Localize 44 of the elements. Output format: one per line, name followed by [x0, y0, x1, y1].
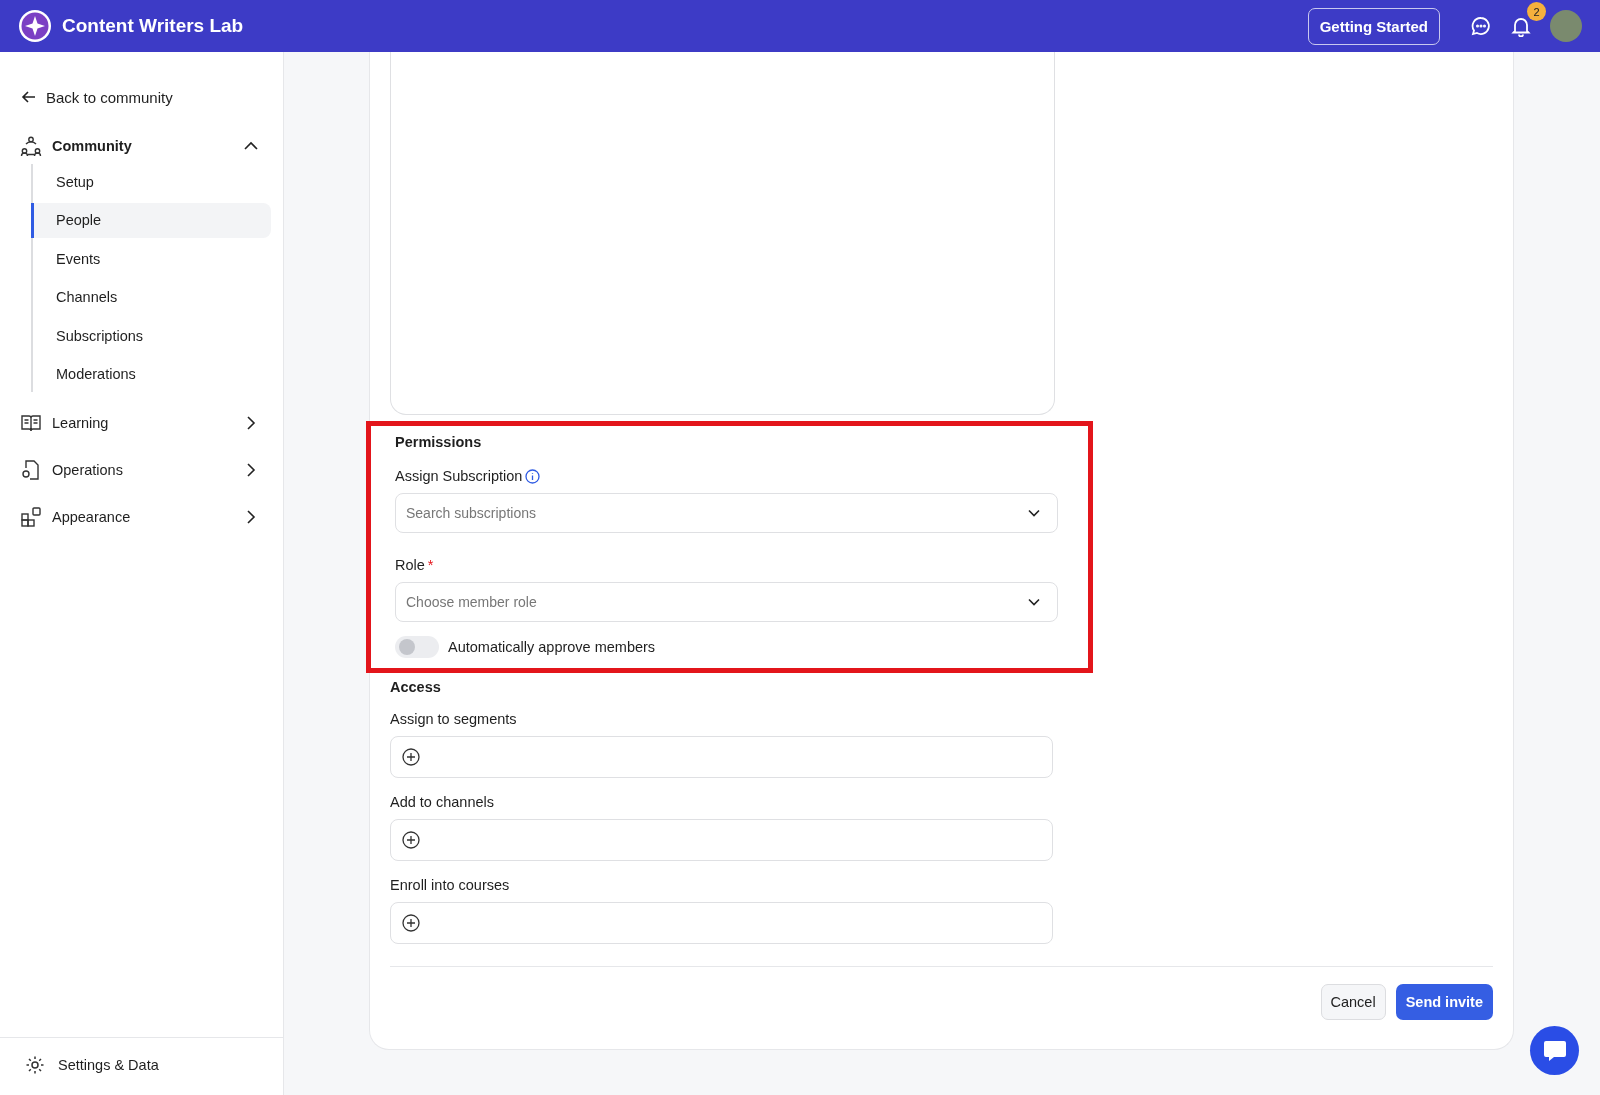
toggle-label: Automatically approve members	[448, 639, 656, 655]
sidebar-item[interactable]: Subscriptions	[31, 318, 271, 353]
add-field[interactable]	[390, 902, 1053, 944]
book-icon	[20, 412, 42, 434]
add-field[interactable]	[390, 819, 1053, 861]
add-icon[interactable]	[402, 748, 420, 766]
send-invite-button[interactable]: Send invite	[1395, 984, 1493, 1020]
notification-bell-icon[interactable]	[1510, 15, 1532, 37]
add-icon[interactable]	[402, 914, 420, 932]
toggle-switch[interactable]	[395, 636, 439, 658]
people-icon	[20, 135, 42, 157]
chat-support-button[interactable]	[1530, 1026, 1579, 1075]
sidebar-section[interactable]: Operations	[20, 446, 271, 494]
add-icon[interactable]	[402, 831, 420, 849]
section-title: Permissions	[395, 434, 483, 450]
back-link[interactable]: Back to community	[20, 88, 271, 106]
notification-count: 2	[1527, 2, 1546, 21]
field-label: Assign to segments	[390, 711, 517, 727]
sidebar-item[interactable]: Events	[31, 241, 271, 276]
info-icon[interactable]	[525, 468, 541, 484]
sidebar-item[interactable]: Moderations	[31, 356, 271, 392]
sparkle-logo-icon	[18, 9, 52, 43]
getting-started-button[interactable]: Getting Started	[1307, 7, 1440, 45]
sidebar-item[interactable]: People	[31, 202, 271, 238]
field-label: Enroll into courses	[390, 877, 510, 893]
sidebar-section[interactable]: Appearance	[20, 493, 271, 541]
add-field[interactable]	[390, 736, 1053, 778]
sidebar-item[interactable]: Setup	[31, 164, 271, 199]
field-label: Assign Subscription	[395, 468, 523, 484]
settings-link[interactable]: Settings & Data	[25, 1055, 283, 1075]
sidebar-section[interactable]: Learning	[20, 399, 271, 447]
sidebar-item[interactable]: Channels	[31, 279, 271, 315]
role-dropdown[interactable]: Choose member role	[395, 582, 1058, 622]
field-label: Role	[395, 557, 425, 573]
blocks-icon	[20, 506, 42, 528]
settings-icon	[25, 1055, 45, 1075]
sidebar-section[interactable]: Community	[20, 130, 271, 162]
chat-icon[interactable]	[1470, 15, 1492, 37]
section-title: Access	[390, 679, 442, 695]
community-name: Content Writers Lab	[62, 15, 244, 37]
required-mark: *	[427, 557, 434, 573]
cancel-button[interactable]: Cancel	[1320, 984, 1386, 1020]
field-label: Add to channels	[390, 794, 494, 810]
subscription-dropdown[interactable]: Search subscriptions	[395, 493, 1058, 533]
